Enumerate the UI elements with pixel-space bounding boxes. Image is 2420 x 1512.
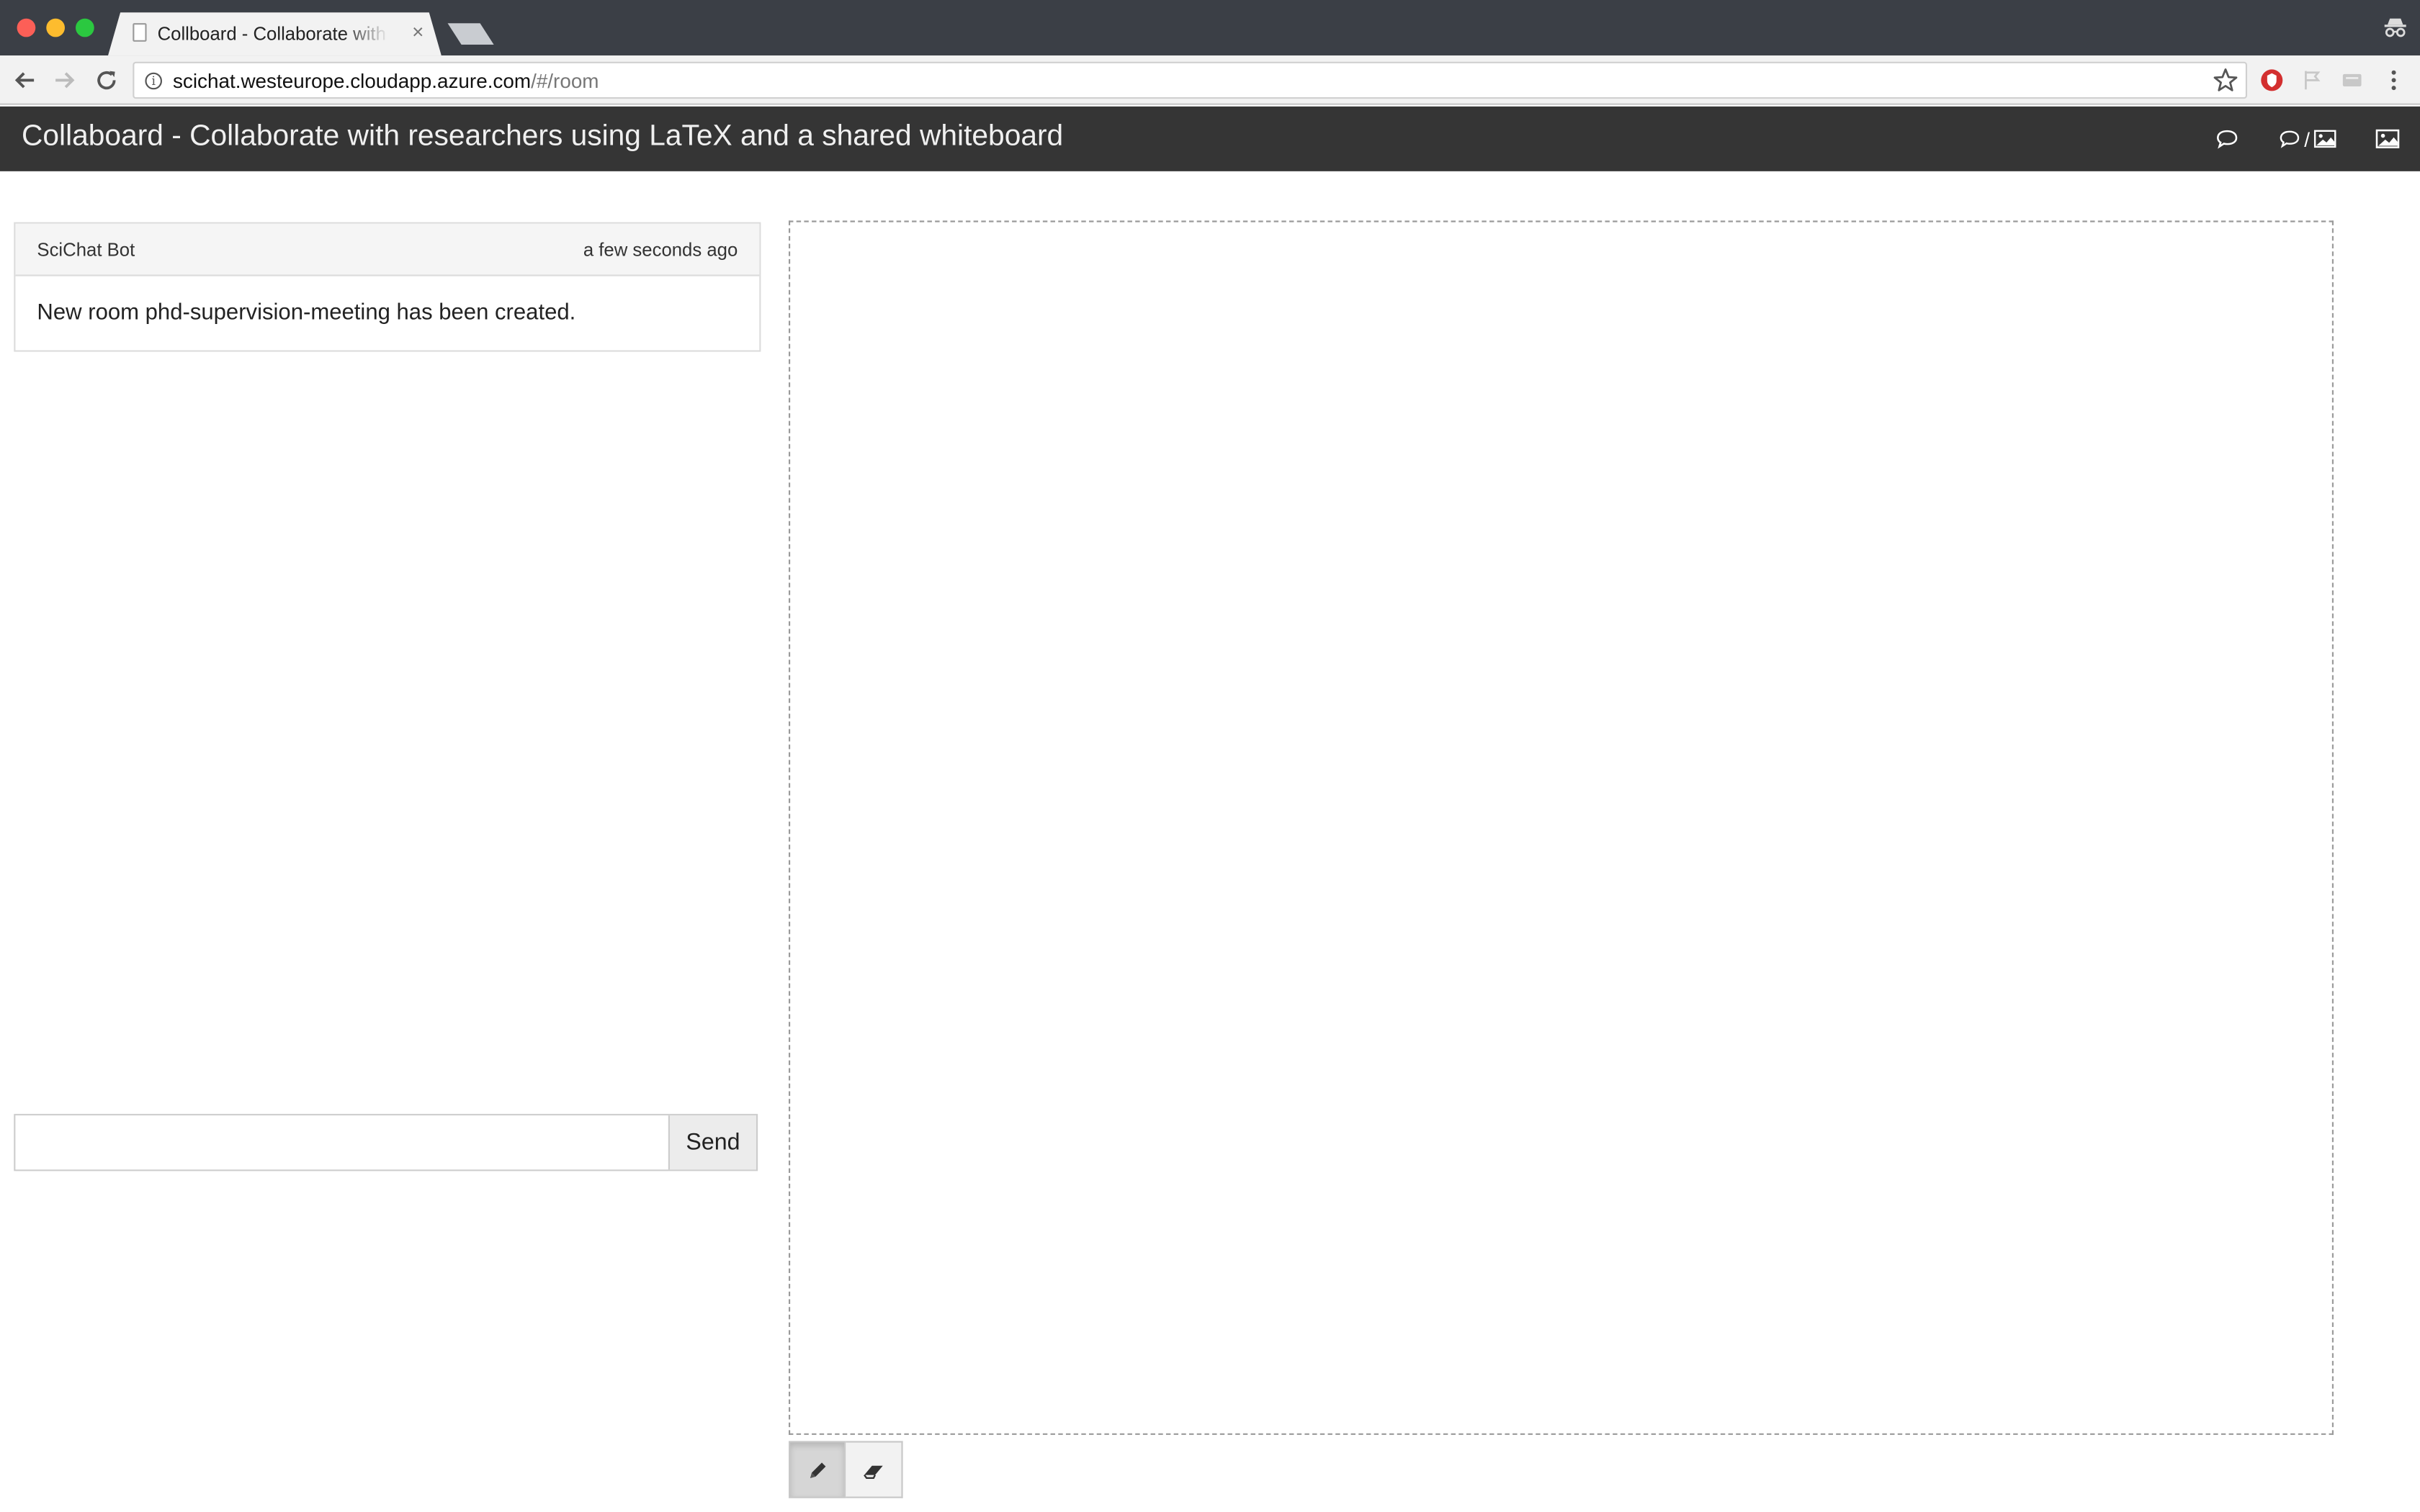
flag-icon[interactable] [2300, 68, 2324, 92]
view-separator: / [2304, 127, 2311, 150]
browser-toolbar: i scichat.westeurope.cloudapp.azure.com/… [0, 55, 2420, 105]
close-window-button[interactable] [17, 18, 36, 37]
tab-close-icon[interactable]: × [412, 20, 424, 45]
chat-message-header: SciChat Bot a few seconds ago [15, 223, 760, 276]
image-icon [2375, 129, 2400, 148]
message-author: SciChat Bot [37, 239, 135, 261]
incognito-icon [2383, 15, 2408, 40]
pencil-tool-button[interactable] [789, 1441, 846, 1498]
chat-message-input[interactable] [15, 1115, 668, 1170]
chat-message: SciChat Bot a few seconds ago New room p… [14, 222, 761, 352]
image-icon [2313, 130, 2336, 148]
eraser-tool-button[interactable] [846, 1441, 903, 1498]
address-bar[interactable]: i scichat.westeurope.cloudapp.azure.com/… [133, 61, 2248, 99]
browser-tabstrip: Collboard - Collaborate with re × [0, 0, 2420, 56]
url-host: scichat.westeurope.cloudapp.azure.com [173, 69, 532, 93]
chat-view-button[interactable] [2215, 125, 2239, 153]
eraser-icon [864, 1464, 883, 1478]
reload-icon[interactable] [91, 65, 122, 96]
document-icon [133, 23, 146, 42]
site-info-icon[interactable]: i [145, 72, 162, 90]
message-timestamp: a few seconds ago [583, 239, 738, 261]
browser-tab-active[interactable]: Collboard - Collaborate with re × [108, 12, 442, 55]
speech-bubble-icon [2280, 130, 2300, 148]
extension-card-icon[interactable] [2340, 68, 2365, 92]
send-button[interactable]: Send [668, 1115, 756, 1170]
url-text: scichat.westeurope.cloudapp.azure.com/#/… [173, 69, 599, 92]
minimize-window-button[interactable] [46, 18, 65, 37]
browser-tab-title: Collboard - Collaborate with re [157, 23, 390, 45]
new-tab-button[interactable] [447, 23, 494, 45]
whiteboard-canvas[interactable] [789, 220, 2334, 1435]
pencil-icon [809, 1462, 825, 1477]
message-text: New room phd-supervision-meeting has bee… [37, 300, 576, 326]
bookmark-star-icon[interactable] [2212, 66, 2240, 94]
forward-arrow-icon[interactable] [50, 65, 81, 96]
back-arrow-icon[interactable] [9, 65, 40, 96]
board-view-button[interactable] [2375, 125, 2400, 153]
chat-input-group: Send [14, 1114, 758, 1171]
whiteboard-tools [789, 1441, 903, 1498]
speech-bubble-icon [2216, 130, 2238, 149]
screen: Collboard - Collaborate with re × i scic… [0, 0, 2420, 1512]
chat-and-board-view-button[interactable]: / [2278, 125, 2340, 153]
app-title: Collaboard - Collaborate with researcher… [22, 120, 1064, 153]
extension-shield-icon[interactable] [2259, 68, 2284, 92]
url-path: /#/room [531, 69, 599, 93]
maximize-window-button[interactable] [76, 18, 94, 37]
app-navbar: Collaboard - Collaborate with researcher… [0, 106, 2420, 171]
browser-menu-icon[interactable] [2381, 68, 2406, 92]
